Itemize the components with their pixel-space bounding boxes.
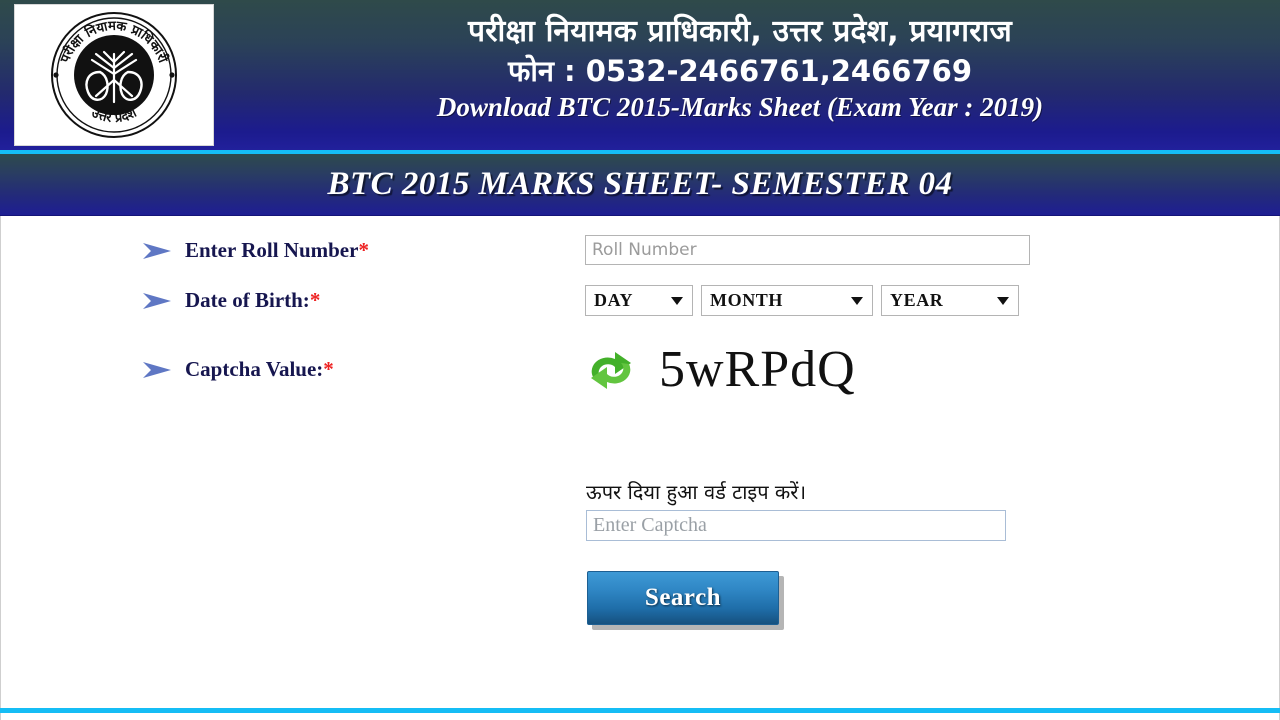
dob-row: Date of Birth:* [141,288,320,313]
dob-select-group: DAY MONTH YEAR [585,285,1019,316]
roll-number-input[interactable] [585,235,1030,265]
search-button[interactable]: Search [587,571,779,625]
required-asterisk: * [323,357,334,381]
arrow-bullet-icon [143,361,171,378]
captcha-hint-text: ऊपर दिया हुआ वर्ड टाइप करें। [586,480,807,504]
authority-name: परीक्षा नियामक प्राधिकारी, उत्तर प्रदेश,… [468,14,1012,49]
roll-number-label: Enter Roll Number* [185,238,369,262]
refresh-icon[interactable] [585,347,637,393]
header-text-block: परीक्षा नियामक प्राधिकारी, उत्तर प्रदेश,… [230,12,1250,124]
page-title-bar: BTC 2015 MARKS SHEET- SEMESTER 04 [0,154,1280,216]
dob-year-value: YEAR [890,290,944,310]
captcha-input[interactable] [586,510,1006,541]
captcha-label: Captcha Value:* [185,357,334,381]
required-asterisk: * [358,238,369,262]
chevron-down-icon [851,296,863,305]
authority-phone: फोन : 0532-2466761,2466769 [507,54,972,88]
page-root: परीक्षा नियामक प्राधिकारी उत्तर प्रदेश प… [0,0,1280,720]
dob-month-select[interactable]: MONTH [701,285,873,316]
dob-month-value: MONTH [710,290,783,310]
chevron-down-icon [997,296,1009,305]
dob-day-select[interactable]: DAY [585,285,693,316]
authority-logo: परीक्षा नियामक प्राधिकारी उत्तर प्रदेश [14,4,214,146]
arrow-bullet-icon [143,292,171,309]
page-title: BTC 2015 MARKS SHEET- SEMESTER 04 [327,166,953,202]
roll-number-row: Enter Roll Number* [141,238,369,263]
captcha-display: 5wRPdQ [585,344,856,396]
dob-year-select[interactable]: YEAR [881,285,1019,316]
chevron-down-icon [671,296,683,305]
captcha-code: 5wRPdQ [659,341,856,398]
arrow-bullet-icon [143,242,171,259]
required-asterisk: * [309,288,321,312]
footer-divider [0,708,1280,713]
header-subtitle: Download BTC 2015-Marks Sheet (Exam Year… [436,92,1044,122]
up-exam-authority-seal-icon: परीक्षा नियामक प्राधिकारी उत्तर प्रदेश [51,12,177,138]
dob-day-value: DAY [594,290,634,310]
site-header: परीक्षा नियामक प्राधिकारी उत्तर प्रदेश प… [0,0,1280,150]
form-area: Enter Roll Number* Date of Birth:* DAY M… [0,216,1280,720]
dob-label: Date of Birth:* [185,288,321,312]
captcha-row: Captcha Value:* [141,357,334,382]
